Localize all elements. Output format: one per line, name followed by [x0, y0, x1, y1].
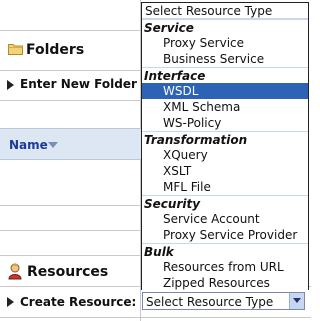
name-column-header[interactable]: Name [0, 128, 141, 160]
dropdown-option-service-account[interactable]: Service Account [142, 211, 308, 227]
enter-new-folder-row[interactable]: Enter New Folder Na [0, 70, 159, 100]
folders-title: Folders [26, 42, 85, 58]
divider [0, 230, 141, 231]
divider [0, 100, 141, 101]
resource-type-dropdown-list[interactable]: Select Resource Type Service Proxy Servi… [141, 2, 309, 291]
create-resource-row: Create Resource: [0, 290, 140, 316]
dropdown-option-xslt[interactable]: XSLT [142, 163, 308, 179]
dropdown-option-resources-from-url[interactable]: Resources from URL [142, 259, 308, 275]
create-resource-label: Create Resource: [20, 295, 137, 309]
divider [0, 317, 311, 318]
dropdown-option-zipped-resources[interactable]: Zipped Resources [142, 275, 308, 291]
resources-icon [8, 263, 22, 280]
dropdown-option-business-service[interactable]: Business Service [142, 51, 308, 67]
dropdown-option-wsdl[interactable]: WSDL [142, 83, 308, 99]
resources-panel-header: Resources [0, 257, 140, 287]
dropdown-group-header-interface: Interface [142, 67, 308, 83]
dropdown-group-header-security: Security [142, 195, 308, 211]
resources-title: Resources [27, 264, 109, 280]
folders-panel-header: Folders [0, 30, 140, 70]
chevron-down-icon[interactable] [293, 298, 301, 303]
resource-type-select-value[interactable]: Select Resource Type [146, 295, 273, 309]
expand-triangle-icon[interactable] [7, 297, 14, 307]
expand-triangle-icon[interactable] [7, 80, 14, 90]
dropdown-group-header-service: Service [142, 19, 308, 35]
name-column-label[interactable]: Name [9, 138, 48, 152]
dropdown-option-xml-schema[interactable]: XML Schema [142, 99, 308, 115]
dropdown-group-header-bulk: Bulk [142, 243, 308, 259]
dropdown-option-ws-policy[interactable]: WS-Policy [142, 115, 308, 131]
dropdown-option-mfl-file[interactable]: MFL File [142, 179, 308, 195]
dropdown-option-xquery[interactable]: XQuery [142, 147, 308, 163]
dropdown-option-proxy-service-provider[interactable]: Proxy Service Provider [142, 227, 308, 243]
resource-type-select[interactable]: Select Resource Type [142, 292, 305, 310]
dropdown-option-select-resource-type[interactable]: Select Resource Type [142, 3, 308, 19]
dropdown-group-header-transformation: Transformation [142, 131, 308, 147]
divider [0, 205, 141, 206]
sort-down-icon[interactable] [48, 142, 58, 148]
dropdown-option-proxy-service[interactable]: Proxy Service [142, 35, 308, 51]
folder-icon [8, 44, 23, 55]
enter-new-folder-label[interactable]: Enter New Folder Na [20, 77, 159, 91]
page: Folders Enter New Folder Na Name Resourc… [0, 0, 311, 321]
divider [0, 255, 141, 256]
dropdown-arrow-button[interactable] [289, 293, 304, 309]
